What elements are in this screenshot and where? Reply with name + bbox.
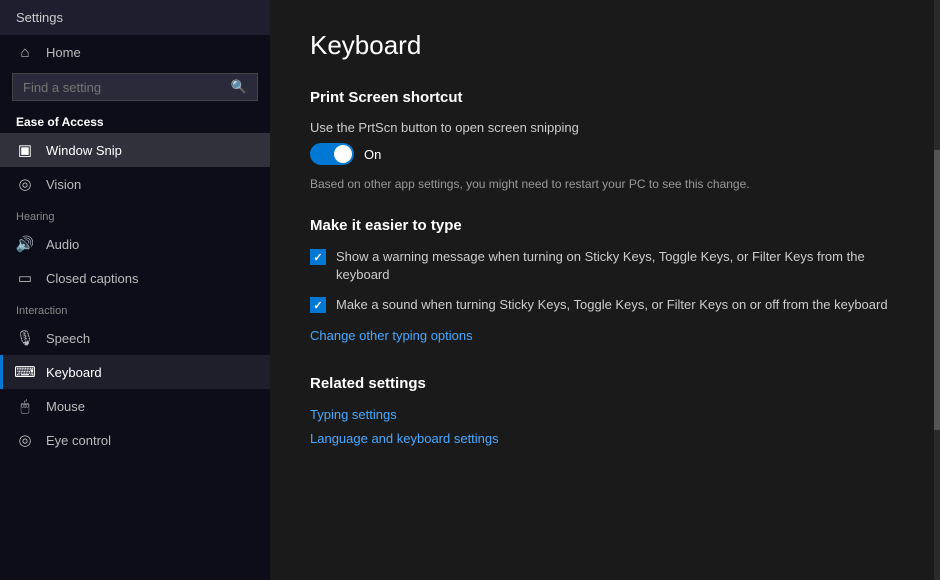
prtscn-toggle-label: On [364,147,381,162]
sidebar-item-label-audio: Audio [46,237,79,252]
make-easier-section-title: Make it easier to type [310,217,900,234]
sidebar: Settings ⌂ Home 🔍 Ease of Access ▣ Windo… [0,0,270,580]
page-title: Keyboard [310,30,900,61]
sidebar-item-eye-control[interactable]: ◎ Eye control [0,423,270,457]
prtscn-setting-label: Use the PrtScn button to open screen sni… [310,120,900,135]
home-label: Home [46,45,81,60]
sidebar-item-audio[interactable]: 🔊 Audio [0,227,270,261]
ease-of-access-label: Ease of Access [0,109,270,133]
sidebar-item-label-window-snip: Window Snip [46,143,122,158]
prtscn-info-text: Based on other app settings, you might n… [310,175,900,193]
window-snip-icon: ▣ [16,141,34,159]
interaction-section-label: Interaction [0,295,270,321]
sidebar-item-label-mouse: Mouse [46,399,85,414]
related-settings-section: Related settings Typing settings Languag… [310,375,900,454]
search-input[interactable] [23,80,223,95]
prtscn-toggle-row: On [310,143,900,165]
keyboard-icon: ⌨ [16,363,34,381]
main-content: Keyboard Print Screen shortcut Use the P… [270,0,940,580]
sidebar-item-closed-captions[interactable]: ▭ Closed captions [0,261,270,295]
app-title-bar: Settings [0,0,270,35]
sidebar-item-keyboard[interactable]: ⌨ Keyboard [0,355,270,389]
scrollbar-track[interactable] [934,0,940,580]
checkbox-sticky-sound[interactable] [310,297,326,313]
language-keyboard-settings-link[interactable]: Language and keyboard settings [310,431,499,446]
sidebar-item-vision[interactable]: ◎ Vision [0,167,270,201]
print-screen-section-title: Print Screen shortcut [310,89,900,106]
speech-icon: 🎙 [16,329,34,347]
sidebar-item-home[interactable]: ⌂ Home [0,35,270,69]
print-screen-section: Print Screen shortcut Use the PrtScn but… [310,89,900,193]
eye-control-icon: ◎ [16,431,34,449]
prtscn-toggle[interactable] [310,143,354,165]
sidebar-item-label-keyboard: Keyboard [46,365,102,380]
app-title: Settings [16,10,63,25]
audio-icon: 🔊 [16,235,34,253]
checkbox-sticky-warning[interactable] [310,249,326,265]
checkbox-text-sticky-sound: Make a sound when turning Sticky Keys, T… [336,296,888,314]
search-icon: 🔍 [231,79,247,95]
closed-captions-icon: ▭ [16,269,34,287]
sidebar-item-label-speech: Speech [46,331,90,346]
hearing-section-label: Hearing [0,201,270,227]
scrollbar-thumb[interactable] [934,150,940,430]
search-box[interactable]: 🔍 [12,73,258,101]
vision-icon: ◎ [16,175,34,193]
sidebar-item-label-closed-captions: Closed captions [46,271,139,286]
sidebar-item-speech[interactable]: 🎙 Speech [0,321,270,355]
checkbox-row-sticky-warning: Show a warning message when turning on S… [310,248,900,284]
sidebar-item-label-vision: Vision [46,177,81,192]
checkbox-text-sticky-warning: Show a warning message when turning on S… [336,248,900,284]
make-easier-section: Make it easier to type Show a warning me… [310,217,900,351]
mouse-icon: 🖱 [16,397,34,415]
sidebar-item-label-eye-control: Eye control [46,433,111,448]
related-settings-title: Related settings [310,375,900,392]
change-typing-options-link[interactable]: Change other typing options [310,328,473,343]
checkbox-row-sticky-sound: Make a sound when turning Sticky Keys, T… [310,296,900,314]
typing-settings-link[interactable]: Typing settings [310,407,397,422]
sidebar-item-mouse[interactable]: 🖱 Mouse [0,389,270,423]
home-icon: ⌂ [16,43,34,61]
sidebar-item-window-snip[interactable]: ▣ Window Snip [0,133,270,167]
